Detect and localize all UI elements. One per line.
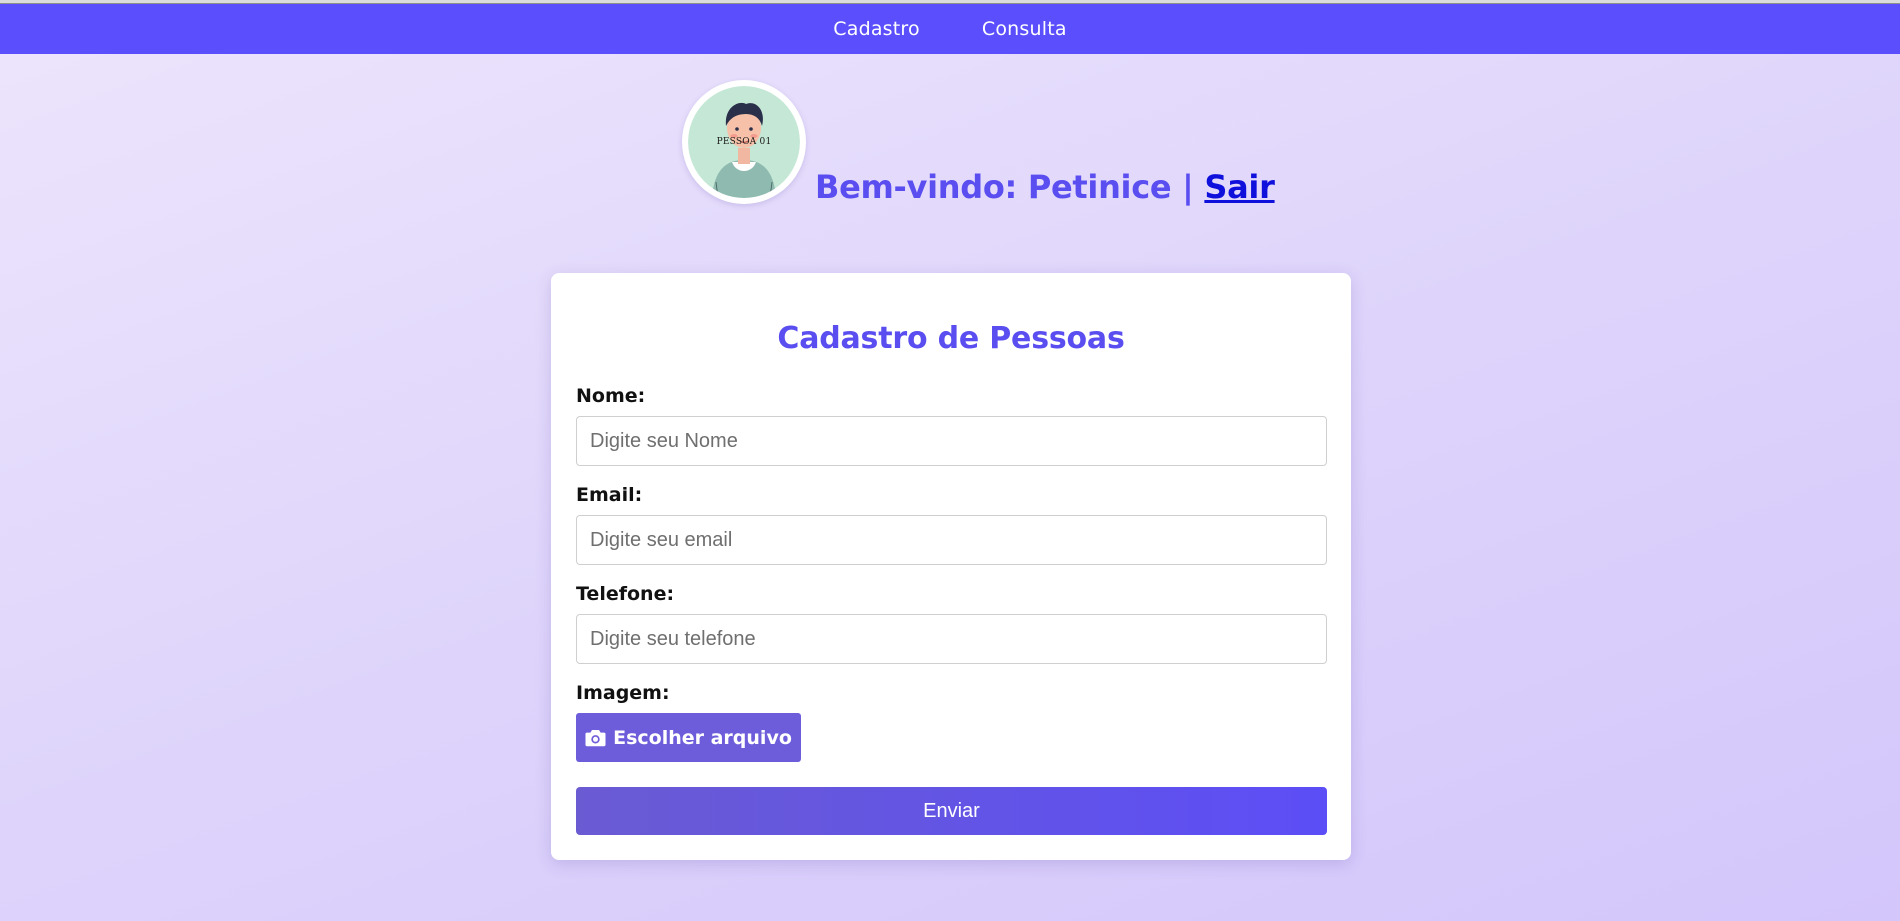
avatar: PESSOA 01 bbox=[682, 80, 806, 204]
form-title: Cadastro de Pessoas bbox=[777, 321, 1125, 356]
top-navbar: Cadastro Consulta bbox=[0, 4, 1900, 54]
name-input[interactable] bbox=[576, 416, 1327, 466]
choose-file-button[interactable]: Escolher arquivo bbox=[576, 713, 801, 762]
welcome-message: Bem-vindo: Petinice | Sair bbox=[815, 168, 1275, 206]
logout-link[interactable]: Sair bbox=[1204, 168, 1275, 206]
nav-link-cadastro[interactable]: Cadastro bbox=[833, 18, 920, 40]
nav-link-consulta[interactable]: Consulta bbox=[982, 18, 1067, 40]
welcome-text: Bem-vindo: Petinice | bbox=[815, 168, 1205, 206]
choose-file-label: Escolher arquivo bbox=[613, 726, 792, 749]
email-label: Email: bbox=[576, 484, 643, 506]
camera-icon bbox=[585, 729, 606, 746]
email-input[interactable] bbox=[576, 515, 1327, 565]
submit-button[interactable]: Enviar bbox=[576, 787, 1327, 835]
phone-input[interactable] bbox=[576, 614, 1327, 664]
registration-form-card: Cadastro de Pessoas Nome: Email: Telefon… bbox=[551, 273, 1351, 860]
avatar-caption: PESSOA 01 bbox=[716, 137, 772, 147]
name-label: Nome: bbox=[576, 385, 646, 407]
image-label: Imagem: bbox=[576, 682, 670, 704]
phone-label: Telefone: bbox=[576, 583, 675, 605]
